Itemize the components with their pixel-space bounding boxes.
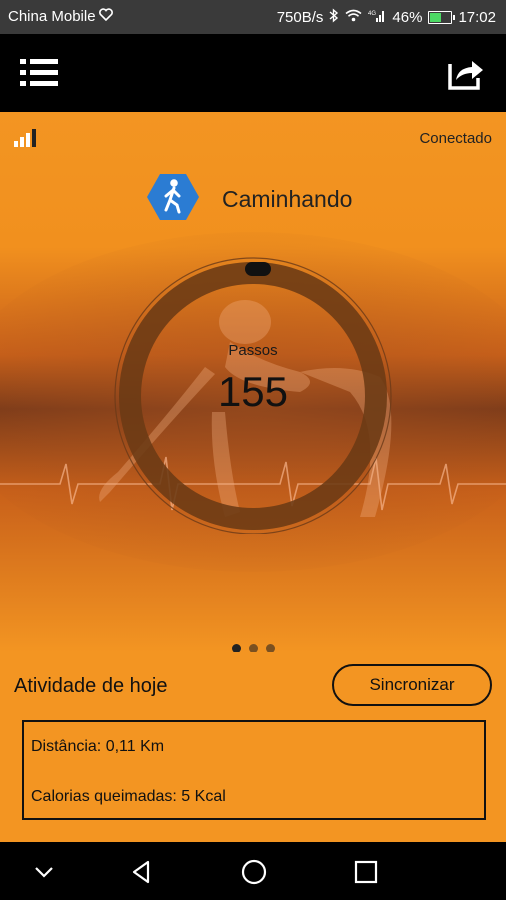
signal-bars-icon <box>14 128 40 153</box>
clock: 17:02 <box>458 9 496 26</box>
nav-home-button[interactable] <box>240 858 268 886</box>
sync-button[interactable]: Sincronizar <box>332 664 492 706</box>
home-circle-icon <box>241 859 267 885</box>
walking-person-icon <box>146 172 200 227</box>
steps-title: Passos <box>228 342 278 359</box>
calories-text: Calorias queimadas: 5 Kcal <box>31 788 226 805</box>
steps-value: 155 <box>217 368 289 415</box>
carrier-name: China Mobile <box>8 8 96 25</box>
heart-icon <box>98 8 113 25</box>
page-dot[interactable] <box>248 644 258 652</box>
share-button[interactable] <box>446 54 486 92</box>
page-indicator <box>0 644 506 652</box>
share-icon <box>448 61 483 90</box>
activity-hero: Conectado Caminhando Passos 155 <box>0 112 506 652</box>
app-toolbar <box>0 34 506 112</box>
cellular-signal-icon: 4G <box>368 9 386 27</box>
nav-back-button[interactable] <box>128 858 156 886</box>
activity-mode[interactable]: Caminhando <box>146 172 352 227</box>
nav-collapse-button[interactable] <box>30 858 58 886</box>
activity-label: Caminhando <box>222 186 353 212</box>
today-title: Atividade de hoje <box>14 675 168 697</box>
today-stats-box: Distância: 0,11 Km Calorias queimadas: 5… <box>22 720 486 820</box>
status-bar: China Mobile 750B/s 4G 46% 17:02 <box>0 0 506 34</box>
distance-text: Distância: 0,11 Km <box>31 738 165 755</box>
recents-square-icon <box>354 860 378 884</box>
page-dot[interactable] <box>231 644 241 652</box>
battery-icon <box>428 11 456 24</box>
bluetooth-icon <box>329 8 339 27</box>
back-triangle-icon <box>132 860 150 884</box>
ring-progress-marker <box>245 262 271 276</box>
hamburger-menu-icon <box>20 59 58 86</box>
menu-button[interactable] <box>20 56 60 90</box>
connection-status: Conectado <box>419 130 492 147</box>
system-nav-bar <box>0 842 506 900</box>
battery-percent: 46% <box>392 9 423 26</box>
page-dot[interactable] <box>265 644 275 652</box>
chevron-down-icon <box>35 867 53 878</box>
svg-text:4G: 4G <box>368 11 376 17</box>
nav-recents-button[interactable] <box>352 858 380 886</box>
wifi-icon <box>345 9 362 26</box>
net-speed: 750B/s <box>276 9 324 26</box>
